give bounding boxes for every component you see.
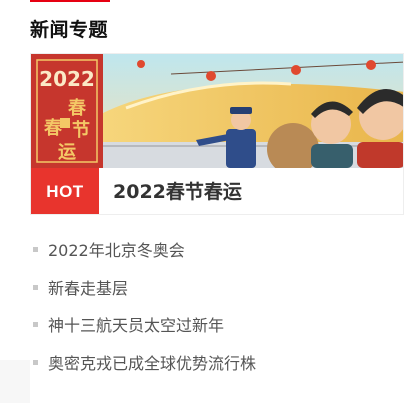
- list-bullet-icon: [33, 284, 38, 290]
- news-item-label: 新春走基层: [48, 278, 129, 298]
- banner-char-1: 春: [68, 97, 87, 119]
- news-topics-widget: 新闻专题 2022 春 春 节 运 HOT 2022春节春运 2022年北京冬奥…: [30, 0, 405, 403]
- section-title: 新闻专题: [30, 19, 109, 41]
- banner-char-3: 节: [72, 120, 90, 141]
- news-item[interactable]: 神十三航天员太空过新年: [30, 307, 404, 345]
- news-topic-list: 2022年北京冬奥会 新春走基层 神十三航天员太空过新年 奥密克戎已成全球优势流…: [30, 232, 404, 382]
- news-item[interactable]: 2022年北京冬奥会: [30, 232, 404, 270]
- news-item-label: 奥密克戎已成全球优势流行株: [48, 353, 257, 373]
- list-bullet-icon: [33, 322, 38, 327]
- feature-card[interactable]: 2022 春 春 节 运 HOT 2022春节春运: [30, 53, 404, 215]
- hot-badge: HOT: [31, 168, 99, 214]
- banner-year: 2022: [39, 67, 95, 91]
- title-accent-line: [30, 0, 110, 2]
- feature-title-link[interactable]: 2022春节春运: [113, 168, 242, 214]
- news-item[interactable]: 新春走基层: [30, 270, 404, 308]
- banner-char-4: 运: [58, 142, 76, 163]
- list-bullet-icon: [33, 359, 38, 365]
- page-side-block: [0, 360, 30, 403]
- feature-caption: HOT 2022春节春运: [31, 168, 403, 214]
- feature-banner-image[interactable]: 2022 春 春 节 运: [31, 54, 403, 168]
- spring-festival-emblem: 2022 春 春 节 运: [31, 54, 103, 168]
- news-item[interactable]: 奥密克戎已成全球优势流行株: [30, 345, 404, 383]
- news-item-label: 2022年北京冬奥会: [48, 241, 185, 260]
- list-bullet-icon: [33, 247, 38, 252]
- news-item-label: 神十三航天员太空过新年: [48, 316, 225, 335]
